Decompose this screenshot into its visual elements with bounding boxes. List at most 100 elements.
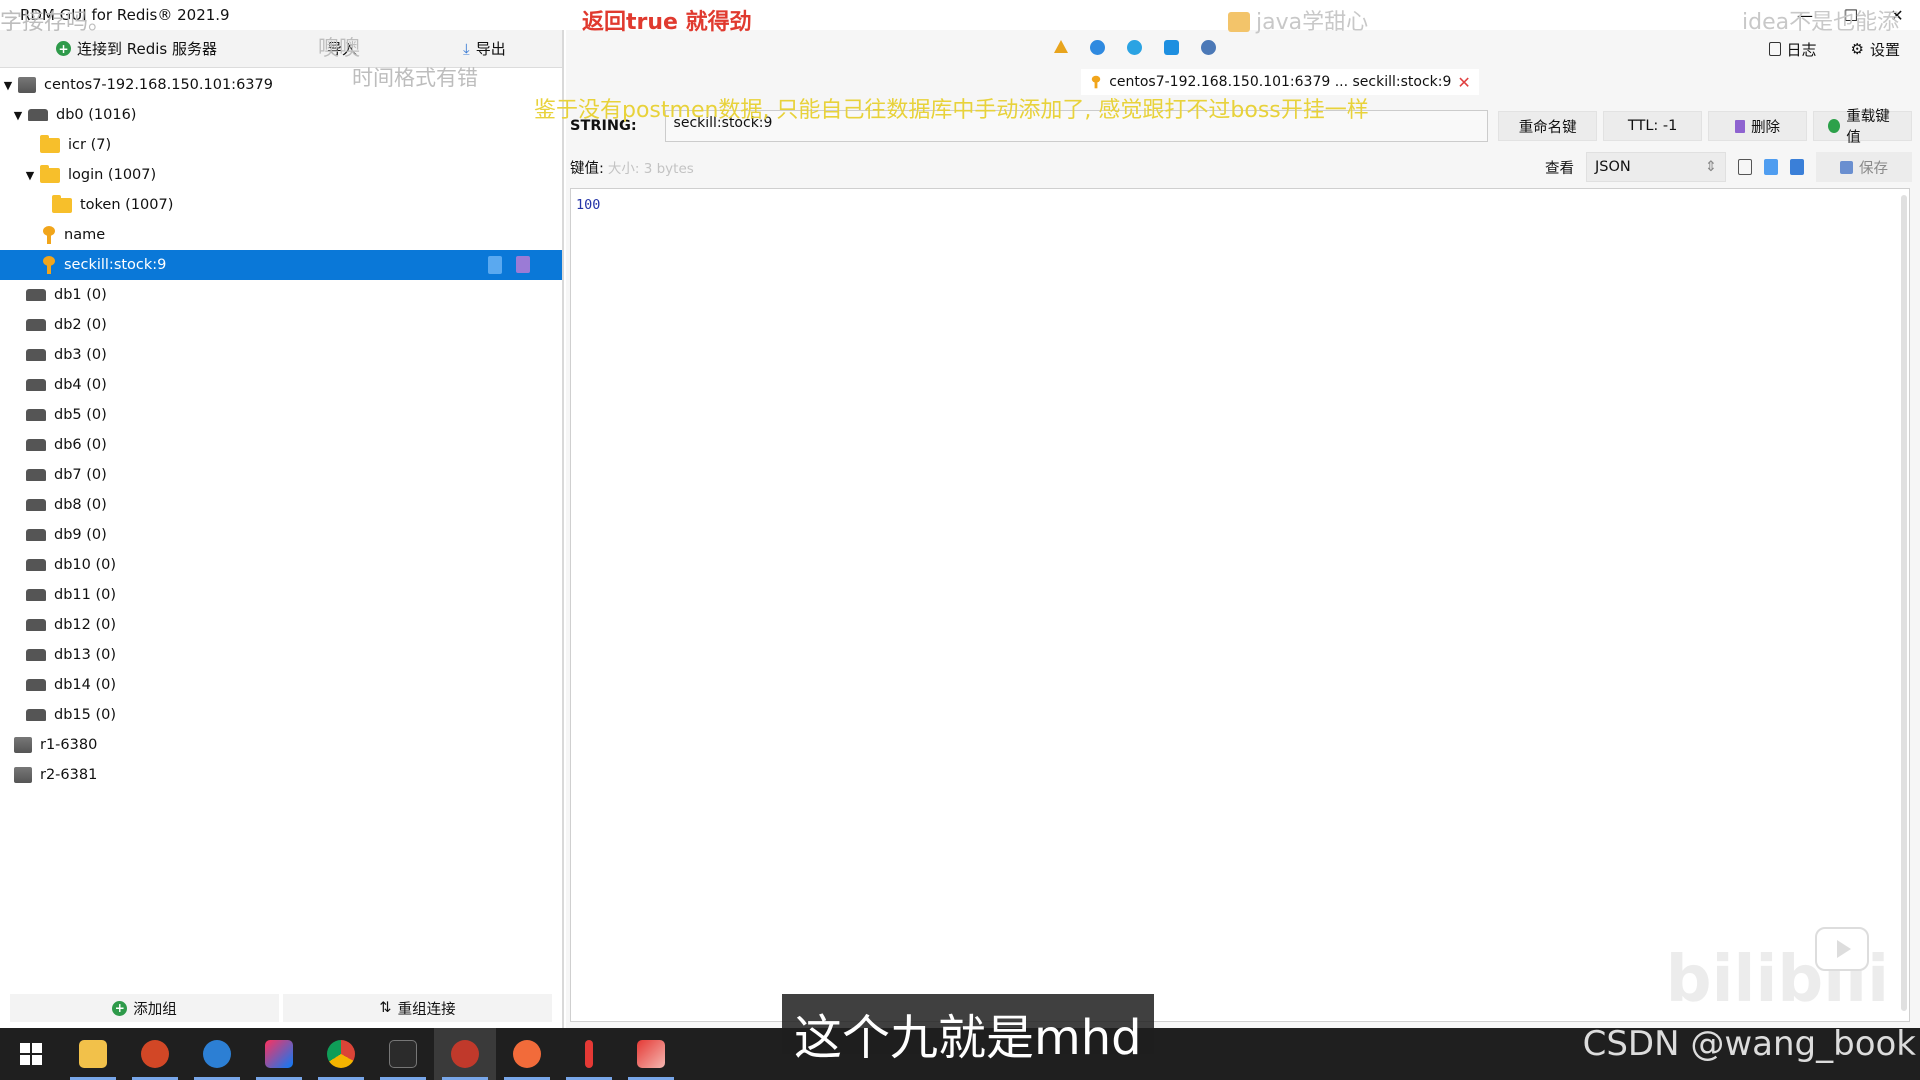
- expand-arrow-icon[interactable]: ▼: [2, 79, 14, 92]
- database-icon: [26, 619, 46, 631]
- key-icon: [42, 255, 56, 275]
- tree-db-item[interactable]: db4 (0): [0, 370, 562, 400]
- view-as-label: 查看: [1545, 160, 1574, 177]
- tree-db-item[interactable]: db7 (0): [0, 460, 562, 490]
- ttl-label: TTL: -1: [1627, 118, 1678, 134]
- tree-db-item[interactable]: db10 (0): [0, 550, 562, 580]
- plus-circle-icon: +: [56, 41, 71, 56]
- start-button[interactable]: [0, 1028, 62, 1080]
- tree-db-item[interactable]: db12 (0): [0, 610, 562, 640]
- tree-db-item[interactable]: db5 (0): [0, 400, 562, 430]
- db-label: db10 (0): [54, 557, 117, 573]
- delete-key-button[interactable]: 删除: [1708, 111, 1808, 141]
- tree-folder-login[interactable]: ▼ login (1007): [0, 160, 562, 190]
- db-label: db5 (0): [54, 407, 107, 423]
- csdn-watermark: CSDN @wang_book: [1582, 1024, 1916, 1064]
- database-icon: [26, 439, 46, 451]
- tree-db-item[interactable]: db6 (0): [0, 430, 562, 460]
- terminal-icon: [389, 1040, 417, 1068]
- powerpoint-icon: [141, 1040, 169, 1068]
- taskbar-terminal[interactable]: [372, 1028, 434, 1080]
- tree-db-item[interactable]: db13 (0): [0, 640, 562, 670]
- tree-db-item[interactable]: db9 (0): [0, 520, 562, 550]
- taskbar-explorer[interactable]: [62, 1028, 124, 1080]
- danmaku-text: java学甜心: [1228, 4, 1368, 36]
- postman-icon: [513, 1040, 541, 1068]
- value-label: 键值:: [570, 160, 604, 177]
- danmaku-text: idea不是也能添: [1742, 10, 1900, 35]
- settings-button[interactable]: ⚙ 设置: [1851, 39, 1900, 60]
- view-mode-select[interactable]: JSON ⇕: [1586, 152, 1726, 182]
- connection-panel: + 连接到 Redis 服务器 导入 ⤓ 导出 ▼ centos7-192.16…: [0, 30, 564, 1028]
- folder-icon: [52, 194, 72, 213]
- tree-server-item[interactable]: r1-6380: [0, 730, 562, 760]
- tree-folder-icr[interactable]: icr (7): [0, 130, 562, 160]
- document-icon[interactable]: [1790, 159, 1804, 175]
- key-detail-panel: 日志 ⚙ 设置 centos7-192.168.150.101:6379 ...…: [566, 30, 1920, 1028]
- danmaku-text: 时间格式有错: [352, 66, 478, 90]
- tree-db-item[interactable]: db2 (0): [0, 310, 562, 340]
- save-button[interactable]: 保存: [1816, 152, 1912, 182]
- database-icon: [28, 109, 48, 121]
- reconnect-button[interactable]: ⇅ 重组连接: [283, 994, 552, 1022]
- value-content[interactable]: 100: [571, 189, 1909, 221]
- folder-label: token (1007): [80, 197, 174, 213]
- edit-icon[interactable]: [488, 256, 502, 274]
- tree-key-seckill[interactable]: seckill:stock:9: [0, 250, 562, 280]
- telegram-icon[interactable]: [1127, 40, 1142, 55]
- vertical-scrollbar[interactable]: [1901, 195, 1907, 1011]
- taskbar-postman[interactable]: [496, 1028, 558, 1080]
- tree-folder-token[interactable]: token (1007): [0, 190, 562, 220]
- save-label: 保存: [1859, 160, 1888, 177]
- tree-db-item[interactable]: db8 (0): [0, 490, 562, 520]
- ttl-button[interactable]: TTL: -1: [1603, 111, 1703, 141]
- copy-icon[interactable]: [1738, 159, 1752, 175]
- danmaku-text: 鉴于没有postmen数据, 只能自己往数据库中手动添加了, 感觉跟打不过bos…: [534, 98, 1369, 123]
- taskbar-intellij[interactable]: [248, 1028, 310, 1080]
- log-button[interactable]: 日志: [1768, 39, 1817, 60]
- tree-db-item[interactable]: db15 (0): [0, 700, 562, 730]
- log-icon: [1768, 42, 1781, 56]
- db-label: db12 (0): [54, 617, 117, 633]
- tree-db-item[interactable]: db3 (0): [0, 340, 562, 370]
- tree-db0[interactable]: ▼ db0 (1016): [0, 100, 562, 130]
- reload-value-button[interactable]: 重载键值: [1813, 109, 1912, 146]
- help-icon[interactable]: [1090, 40, 1105, 55]
- tree-db-item[interactable]: db11 (0): [0, 580, 562, 610]
- add-group-button[interactable]: + 添加组: [10, 994, 279, 1022]
- expand-arrow-icon[interactable]: ▼: [12, 109, 24, 122]
- db-label: db2 (0): [54, 317, 107, 333]
- danmaku-text: 字接存吗。: [0, 10, 111, 35]
- reload-icon: [1828, 119, 1841, 133]
- taskbar-chrome[interactable]: [310, 1028, 372, 1080]
- play-icon[interactable]: [1815, 927, 1869, 971]
- taskbar-powerpoint[interactable]: [124, 1028, 186, 1080]
- taskbar-redis-manager[interactable]: [434, 1028, 496, 1080]
- code-icon[interactable]: [1764, 159, 1778, 175]
- twitter-icon[interactable]: [1164, 40, 1179, 55]
- trash-icon[interactable]: [516, 256, 530, 273]
- warning-icon[interactable]: [1054, 40, 1068, 53]
- taskbar-eraser-app[interactable]: [620, 1028, 682, 1080]
- tree-db-item[interactable]: db1 (0): [0, 280, 562, 310]
- left-bottom-bar: + 添加组 ⇅ 重组连接: [10, 994, 552, 1022]
- gear-icon: ⚙: [1850, 40, 1864, 58]
- database-icon: [26, 499, 46, 511]
- download-icon: ⤓: [463, 39, 470, 58]
- danmaku-text: 返回true 就得劲: [582, 10, 752, 35]
- github-icon[interactable]: [1201, 40, 1216, 55]
- taskbar-browser-edge[interactable]: [186, 1028, 248, 1080]
- expand-arrow-icon[interactable]: ▼: [24, 169, 36, 182]
- chrome-icon: [327, 1040, 355, 1068]
- tab-close-icon[interactable]: ✕: [1457, 73, 1470, 92]
- value-editor[interactable]: 100 bilibili: [570, 188, 1910, 1022]
- tree-db-item[interactable]: db14 (0): [0, 670, 562, 700]
- rename-key-button[interactable]: 重命名键: [1498, 111, 1598, 141]
- reload-label: 重载键值: [1846, 109, 1890, 146]
- tree-key-name[interactable]: name: [0, 220, 562, 250]
- tree-server-item[interactable]: r2-6381: [0, 760, 562, 790]
- log-label: 日志: [1786, 40, 1817, 59]
- folder-label: login (1007): [68, 167, 157, 183]
- taskbar-pen-app[interactable]: [558, 1028, 620, 1080]
- database-icon: [26, 379, 46, 391]
